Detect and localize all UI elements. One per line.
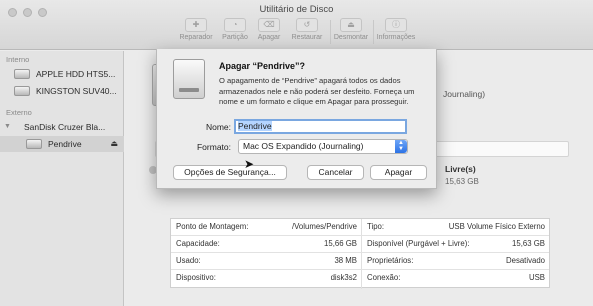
- sidebar-item-label: Pendrive: [48, 139, 82, 149]
- info-key: Proprietários:: [367, 256, 414, 265]
- info-key: Dispositivo:: [176, 273, 216, 282]
- info-key: Conexão:: [367, 273, 401, 282]
- sidebar-item-sandisk[interactable]: ▼ SanDisk Cruzer Bla...: [0, 119, 124, 135]
- info-value: 38 MB: [334, 256, 357, 265]
- dialog-title: Apagar “Pendrive”?: [219, 61, 306, 71]
- pie-icon: ◔: [224, 18, 246, 32]
- info-value: Desativado: [505, 256, 545, 265]
- sidebar: Interno APPLE HDD HTS5... KINGSTON SUV40…: [0, 51, 124, 306]
- format-select[interactable]: Mac OS Expandido (Journaling) ▲ ▼: [238, 139, 408, 154]
- toolbar-first-aid-button[interactable]: ✚ Reparador: [177, 18, 215, 41]
- toolbar-erase-button[interactable]: ⌫ Apagar: [255, 18, 283, 41]
- toolbar-restore-button[interactable]: ↺ Restaurar: [288, 18, 326, 41]
- eject-icon[interactable]: ⏏: [110, 136, 118, 152]
- sidebar-item-pendrive[interactable]: Pendrive ⏏: [0, 136, 124, 152]
- toolbar-separator: [330, 20, 331, 44]
- name-field[interactable]: Pendrive: [234, 119, 407, 134]
- sidebar-section-internal: Interno: [6, 55, 30, 64]
- disk-utility-window: Utilitário de Disco ✚ Reparador ◔ Partiç…: [0, 0, 593, 306]
- info-value: 15,66 GB: [324, 239, 357, 248]
- titlebar: Utilitário de Disco ✚ Reparador ◔ Partiç…: [0, 0, 593, 50]
- table-row: Usado: 38 MB Proprietários: Desativado: [171, 253, 549, 270]
- toolbar-unmount-button[interactable]: ⏏ Desmontar: [332, 18, 370, 41]
- table-row: Dispositivo: disk3s2 Conexão: USB: [171, 270, 549, 287]
- volume-format-text: Journaling): [443, 89, 486, 99]
- sidebar-item-label: APPLE HDD HTS5...: [36, 69, 116, 79]
- table-row: Ponto de Montagem: /Volumes/Pendrive Tip…: [171, 219, 549, 236]
- mouse-cursor-icon: ➤: [244, 157, 255, 171]
- info-key: Ponto de Montagem:: [176, 222, 249, 231]
- toolbar-label: Informações: [376, 34, 416, 41]
- info-value: disk3s2: [330, 273, 357, 282]
- toolbar-label: Desmontar: [333, 34, 369, 41]
- toolbar-info-button[interactable]: ⓘ Informações: [375, 18, 417, 41]
- info-key: Capacidade:: [176, 239, 220, 248]
- disclosure-triangle-icon[interactable]: ▼: [4, 119, 11, 135]
- info-key: Usado:: [176, 256, 201, 265]
- sidebar-item-label: SanDisk Cruzer Bla...: [24, 122, 106, 132]
- info-icon: ⓘ: [385, 18, 407, 32]
- info-value: USB: [528, 273, 545, 282]
- info-table: Ponto de Montagem: /Volumes/Pendrive Tip…: [170, 218, 550, 289]
- toolbar-label: Partição: [222, 34, 248, 41]
- sidebar-item-kingston[interactable]: KINGSTON SUV40...: [0, 83, 124, 99]
- volume-icon: [26, 139, 42, 149]
- cancel-button[interactable]: Cancelar: [307, 165, 364, 180]
- format-select-value: Mac OS Expandido (Journaling): [243, 141, 364, 151]
- updown-chevron-icon: ▲ ▼: [395, 140, 407, 153]
- info-value: 15,63 GB: [512, 239, 545, 248]
- toolbar-label: Apagar: [257, 34, 281, 41]
- hard-disk-icon: [14, 86, 30, 96]
- erase-icon: ⌫: [258, 18, 280, 32]
- name-field-value: Pendrive: [238, 121, 272, 131]
- erase-dialog: Apagar “Pendrive”? O apagamento de “Pend…: [156, 49, 437, 189]
- info-value: /Volumes/Pendrive: [291, 222, 357, 231]
- external-drive-icon: [173, 59, 205, 99]
- info-key: Tipo:: [367, 222, 385, 231]
- sidebar-item-apple-hdd[interactable]: APPLE HDD HTS5...: [0, 66, 124, 82]
- sidebar-section-external: Externo: [6, 108, 32, 117]
- toolbar-partition-button[interactable]: ◔ Partição: [218, 18, 252, 41]
- format-label: Formato:: [196, 142, 231, 152]
- free-space-value: 15,63 GB: [445, 177, 479, 186]
- hard-disk-icon: [14, 69, 30, 79]
- unmount-icon: ⏏: [340, 18, 362, 32]
- sidebar-item-label: KINGSTON SUV40...: [36, 86, 117, 96]
- free-space-label: Livre(s): [445, 164, 476, 174]
- table-row: Capacidade: 15,66 GB Disponível (Purgáve…: [171, 236, 549, 253]
- restore-icon: ↺: [296, 18, 318, 32]
- dialog-message: O apagamento de “Pendrive” apagará todos…: [219, 76, 415, 106]
- info-value: USB Volume Físico Externo: [448, 222, 545, 231]
- toolbar-label: Restaurar: [291, 34, 323, 41]
- info-key: Disponível (Purgável + Livre):: [367, 239, 470, 248]
- name-label: Nome:: [205, 122, 231, 132]
- toolbar-label: Reparador: [179, 34, 213, 41]
- toolbar-separator: [373, 20, 374, 44]
- security-options-button[interactable]: Opções de Segurança...: [173, 165, 287, 180]
- stethoscope-icon: ✚: [185, 18, 207, 32]
- erase-button[interactable]: Apagar: [370, 165, 427, 180]
- window-title: Utilitário de Disco: [259, 4, 334, 15]
